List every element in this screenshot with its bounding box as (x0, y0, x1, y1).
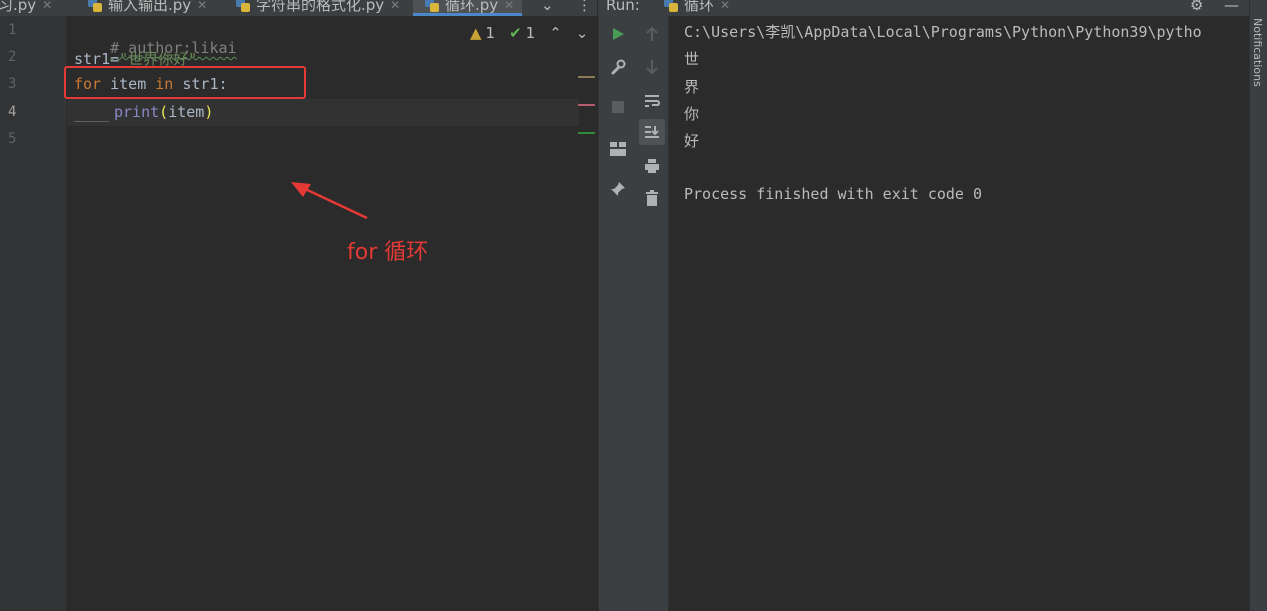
notifications-tab[interactable]: Notifications (1251, 18, 1264, 87)
tab-label: 输入输出.py (108, 0, 192, 14)
python-file-icon (664, 0, 678, 12)
line-number: 5 (8, 131, 17, 147)
python-file-icon (425, 0, 439, 12)
minimize-icon[interactable]: — (1224, 0, 1239, 16)
tab-input-output[interactable]: 输入输出.py ✕ (88, 0, 207, 16)
more-options-icon[interactable]: ⋮ (577, 0, 592, 16)
warning-icon: ▲ (470, 24, 482, 42)
error-stripe-typo[interactable] (578, 104, 595, 106)
line-number-gutter: 1 2 3 4 5 (0, 16, 66, 611)
pin-icon[interactable] (605, 176, 631, 202)
python-file-icon (236, 0, 250, 12)
run-tab-bar: Run: 循环 ✕ ⚙ — (598, 0, 1249, 16)
run-icon[interactable] (605, 21, 631, 47)
console-exit-message: Process finished with exit code 0 (684, 185, 983, 203)
check-icon: ✔ (509, 24, 522, 42)
console-output-line: 世 (684, 50, 700, 68)
python-file-icon (88, 0, 102, 12)
tab-label: 习.py (0, 0, 37, 14)
close-icon[interactable]: ✕ (197, 0, 207, 12)
soft-wrap-icon[interactable] (639, 88, 665, 114)
tab-label: 循环.py (445, 0, 499, 14)
arrow-down-icon[interactable] (639, 54, 665, 80)
run-panel-title: Run: (606, 0, 640, 14)
close-icon[interactable]: ✕ (720, 0, 730, 12)
tab-string-format[interactable]: 字符串的格式化.py ✕ (236, 0, 400, 16)
annotation-highlight-box (64, 66, 306, 99)
run-console[interactable]: C:\Users\李凯\AppData\Local\Programs\Pytho… (670, 16, 1249, 611)
gear-icon[interactable]: ⚙ (1190, 0, 1203, 16)
chevron-up-icon[interactable]: ⌃ (549, 24, 562, 42)
stop-icon[interactable] (605, 94, 631, 120)
print-icon[interactable] (639, 153, 665, 179)
chevron-down-icon[interactable]: ⌄ (541, 0, 554, 16)
trash-icon[interactable] (639, 185, 665, 211)
console-output-line: 你 (684, 105, 700, 123)
typos-indicator[interactable]: ✔ 1 (509, 24, 535, 42)
run-config-tab[interactable]: 循环 ✕ (664, 0, 730, 16)
close-icon[interactable]: ✕ (42, 0, 52, 12)
tab-previous-file[interactable]: 习.py ✕ (0, 0, 52, 16)
line-number: 3 (8, 76, 17, 92)
arrow-up-icon[interactable] (639, 21, 665, 47)
line-number: 2 (8, 49, 17, 65)
code-line-4: print(item) (114, 103, 214, 121)
indent-guide (74, 121, 109, 122)
warnings-count: 1 (485, 24, 496, 42)
line-number: 1 (8, 22, 17, 38)
warnings-indicator[interactable]: ▲ 1 (470, 24, 495, 42)
code-editor[interactable]: # author:likai str1="世界你好" for item in s… (67, 16, 597, 611)
console-toolbar (636, 16, 669, 611)
run-toolbar (598, 16, 636, 611)
scroll-to-end-icon[interactable] (639, 119, 665, 145)
run-tab-label: 循环 (684, 0, 715, 14)
console-output-line: 好 (684, 132, 700, 150)
right-tool-strip (1249, 0, 1267, 611)
chevron-down-icon[interactable]: ⌄ (576, 24, 589, 42)
annotation-arrow (291, 182, 368, 220)
tab-loop[interactable]: 循环.py ✕ (413, 0, 523, 16)
close-icon[interactable]: ✕ (390, 0, 400, 12)
editor-tab-bar: 习.py ✕ 输入输出.py ✕ 字符串的格式化.py ✕ 循环.py ✕ ⌄ … (0, 0, 597, 16)
close-icon[interactable]: ✕ (504, 0, 514, 12)
console-command-line: C:\Users\李凯\AppData\Local\Programs\Pytho… (684, 23, 1202, 41)
line-number: 4 (8, 104, 17, 120)
tab-label: 字符串的格式化.py (256, 0, 385, 14)
error-stripe-change[interactable] (578, 132, 595, 134)
console-output-line: 界 (684, 78, 700, 96)
wrench-icon[interactable] (605, 54, 631, 80)
checks-count: 1 (525, 24, 536, 42)
inspection-widget[interactable]: ▲ 1 ✔ 1 ⌃ ⌄ (470, 24, 588, 42)
annotation-label: for 循环 (347, 240, 429, 265)
layout-icon[interactable] (605, 136, 631, 162)
error-stripe-warning[interactable] (578, 76, 595, 78)
